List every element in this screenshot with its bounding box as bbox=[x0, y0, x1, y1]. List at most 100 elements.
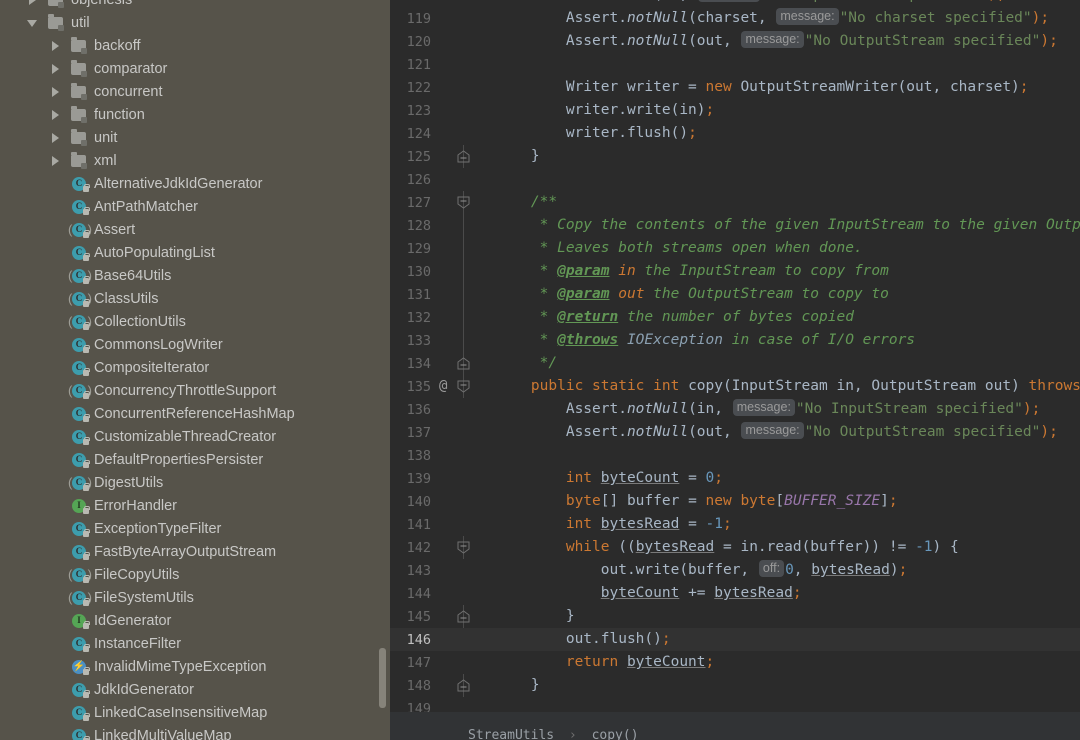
code-line-141[interactable]: 141 int bytesRead = -1; bbox=[390, 513, 1080, 536]
annotation-marker-icon[interactable]: @ bbox=[439, 378, 447, 394]
code-line-127[interactable]: 127 /** bbox=[390, 191, 1080, 214]
code-line-125[interactable]: 125 } bbox=[390, 145, 1080, 168]
editor-gutter[interactable] bbox=[438, 145, 482, 168]
line-number[interactable]: 142 bbox=[390, 540, 438, 556]
editor-gutter[interactable] bbox=[438, 260, 482, 283]
sidebar-vertical-scrollbar[interactable] bbox=[379, 648, 386, 708]
code-text[interactable]: /** bbox=[482, 191, 1080, 214]
fold-end-icon[interactable] bbox=[457, 357, 470, 370]
tree-row-collectionutils[interactable]: ()CCollectionUtils bbox=[0, 310, 390, 333]
editor-gutter[interactable] bbox=[438, 352, 482, 375]
code-text[interactable]: * @param in the InputStream to copy from bbox=[482, 260, 1080, 283]
chevron-right-icon[interactable] bbox=[49, 62, 62, 75]
tree-row-exceptiontypefilter[interactable]: CExceptionTypeFilter bbox=[0, 517, 390, 540]
chevron-right-icon[interactable] bbox=[49, 85, 62, 98]
editor-gutter[interactable] bbox=[438, 605, 482, 628]
code-line-126[interactable]: 126 bbox=[390, 168, 1080, 191]
line-number[interactable]: 141 bbox=[390, 517, 438, 533]
code-lines-container[interactable]: 118 Assert.notNull(in, message:"No Input… bbox=[390, 0, 1080, 712]
line-number[interactable]: 146 bbox=[390, 632, 438, 648]
tree-row-assert[interactable]: ()CAssert bbox=[0, 218, 390, 241]
tree-row-backoff[interactable]: backoff bbox=[0, 34, 390, 57]
tree-row-jdkidgenerator[interactable]: CJdkIdGenerator bbox=[0, 678, 390, 701]
code-line-149[interactable]: 149 bbox=[390, 697, 1080, 712]
editor-gutter[interactable] bbox=[438, 651, 482, 674]
code-text[interactable]: while ((bytesRead = in.read(buffer)) != … bbox=[482, 536, 1080, 559]
editor-gutter[interactable] bbox=[438, 421, 482, 444]
tree-row-digestutils[interactable]: ()CDigestUtils bbox=[0, 471, 390, 494]
tree-row-concurrent[interactable]: concurrent bbox=[0, 80, 390, 103]
line-number[interactable]: 144 bbox=[390, 586, 438, 602]
line-number[interactable]: 132 bbox=[390, 310, 438, 326]
fold-start-icon[interactable] bbox=[457, 196, 470, 209]
editor-gutter[interactable] bbox=[438, 30, 482, 53]
code-text[interactable]: int byteCount = 0; bbox=[482, 467, 1080, 490]
editor-gutter[interactable] bbox=[438, 53, 482, 76]
line-number[interactable]: 140 bbox=[390, 494, 438, 510]
editor-gutter[interactable] bbox=[438, 628, 482, 651]
line-number[interactable]: 143 bbox=[390, 563, 438, 579]
editor-gutter[interactable] bbox=[438, 444, 482, 467]
line-number[interactable]: 148 bbox=[390, 678, 438, 694]
tree-row-filecopyutils[interactable]: ()CFileCopyUtils bbox=[0, 563, 390, 586]
line-number[interactable]: 122 bbox=[390, 80, 438, 96]
code-line-143[interactable]: 143 out.write(buffer, off:0, bytesRead); bbox=[390, 559, 1080, 582]
tree-row-linkedmultivaluemap[interactable]: CLinkedMultiValueMap bbox=[0, 724, 390, 740]
line-number[interactable]: 135 bbox=[390, 379, 438, 395]
code-line-146[interactable]: 146 out.flush(); bbox=[390, 628, 1080, 651]
chevron-right-icon[interactable] bbox=[26, 0, 39, 6]
tree-row-autopopulatinglist[interactable]: CAutoPopulatingList bbox=[0, 241, 390, 264]
breadcrumb[interactable]: StreamUtils › copy() bbox=[390, 712, 1080, 740]
tree-row-antpathmatcher[interactable]: CAntPathMatcher bbox=[0, 195, 390, 218]
tree-row-classutils[interactable]: ()CClassUtils bbox=[0, 287, 390, 310]
code-line-130[interactable]: 130 * @param in the InputStream to copy … bbox=[390, 260, 1080, 283]
tree-row-defaultpropertiespersister[interactable]: CDefaultPropertiesPersister bbox=[0, 448, 390, 471]
tree-row-customizablethreadcreator[interactable]: CCustomizableThreadCreator bbox=[0, 425, 390, 448]
line-number[interactable]: 128 bbox=[390, 218, 438, 234]
line-number[interactable]: 123 bbox=[390, 103, 438, 119]
editor-gutter[interactable] bbox=[438, 490, 482, 513]
line-number[interactable]: 126 bbox=[390, 172, 438, 188]
line-number[interactable]: 147 bbox=[390, 655, 438, 671]
code-line-134[interactable]: 134 */ bbox=[390, 352, 1080, 375]
line-number[interactable]: 119 bbox=[390, 11, 438, 27]
editor-gutter[interactable] bbox=[438, 191, 482, 214]
tree-row-idgenerator[interactable]: IIdGenerator bbox=[0, 609, 390, 632]
tree-row-function[interactable]: function bbox=[0, 103, 390, 126]
editor-gutter[interactable] bbox=[438, 674, 482, 697]
editor-panel[interactable]: 118 Assert.notNull(in, message:"No Input… bbox=[390, 0, 1080, 740]
editor-gutter[interactable] bbox=[438, 467, 482, 490]
code-line-145[interactable]: 145 } bbox=[390, 605, 1080, 628]
project-tree-panel[interactable]: objenesisutilbackoffcomparatorconcurrent… bbox=[0, 0, 390, 740]
code-line-142[interactable]: 142 while ((bytesRead = in.read(buffer))… bbox=[390, 536, 1080, 559]
code-text[interactable]: writer.write(in); bbox=[482, 99, 1080, 122]
code-line-131[interactable]: 131 * @param out the OutputStream to cop… bbox=[390, 283, 1080, 306]
code-line-148[interactable]: 148 } bbox=[390, 674, 1080, 697]
code-line-132[interactable]: 132 * @return the number of bytes copied bbox=[390, 306, 1080, 329]
line-number[interactable]: 129 bbox=[390, 241, 438, 257]
editor-gutter[interactable] bbox=[438, 122, 482, 145]
code-text[interactable]: writer.flush(); bbox=[482, 122, 1080, 145]
tree-row-commonslogwriter[interactable]: CCommonsLogWriter bbox=[0, 333, 390, 356]
code-text[interactable]: Assert.notNull(charset, message:"No char… bbox=[482, 7, 1080, 30]
editor-gutter[interactable] bbox=[438, 582, 482, 605]
line-number[interactable]: 136 bbox=[390, 402, 438, 418]
code-text[interactable]: Writer writer = new OutputStreamWriter(o… bbox=[482, 76, 1080, 99]
line-number[interactable]: 124 bbox=[390, 126, 438, 142]
code-text[interactable]: * @throws IOException in case of I/O err… bbox=[482, 329, 1080, 352]
tree-row-xml[interactable]: xml bbox=[0, 149, 390, 172]
code-text[interactable]: } bbox=[482, 605, 1080, 628]
line-number[interactable]: 139 bbox=[390, 471, 438, 487]
editor-gutter[interactable] bbox=[438, 283, 482, 306]
tree-row-errorhandler[interactable]: IErrorHandler bbox=[0, 494, 390, 517]
tree-row-invalidmimetypeexception[interactable]: ⚡InvalidMimeTypeException bbox=[0, 655, 390, 678]
fold-end-icon[interactable] bbox=[457, 610, 470, 623]
chevron-right-icon[interactable] bbox=[49, 154, 62, 167]
editor-gutter[interactable]: @ bbox=[438, 375, 482, 398]
breadcrumb-method[interactable]: copy() bbox=[592, 728, 639, 740]
code-line-123[interactable]: 123 writer.write(in); bbox=[390, 99, 1080, 122]
line-number[interactable]: 118 bbox=[390, 0, 438, 4]
breadcrumb-class[interactable]: StreamUtils bbox=[468, 728, 554, 740]
fold-start-icon[interactable] bbox=[457, 541, 470, 554]
code-line-144[interactable]: 144 byteCount += bytesRead; bbox=[390, 582, 1080, 605]
